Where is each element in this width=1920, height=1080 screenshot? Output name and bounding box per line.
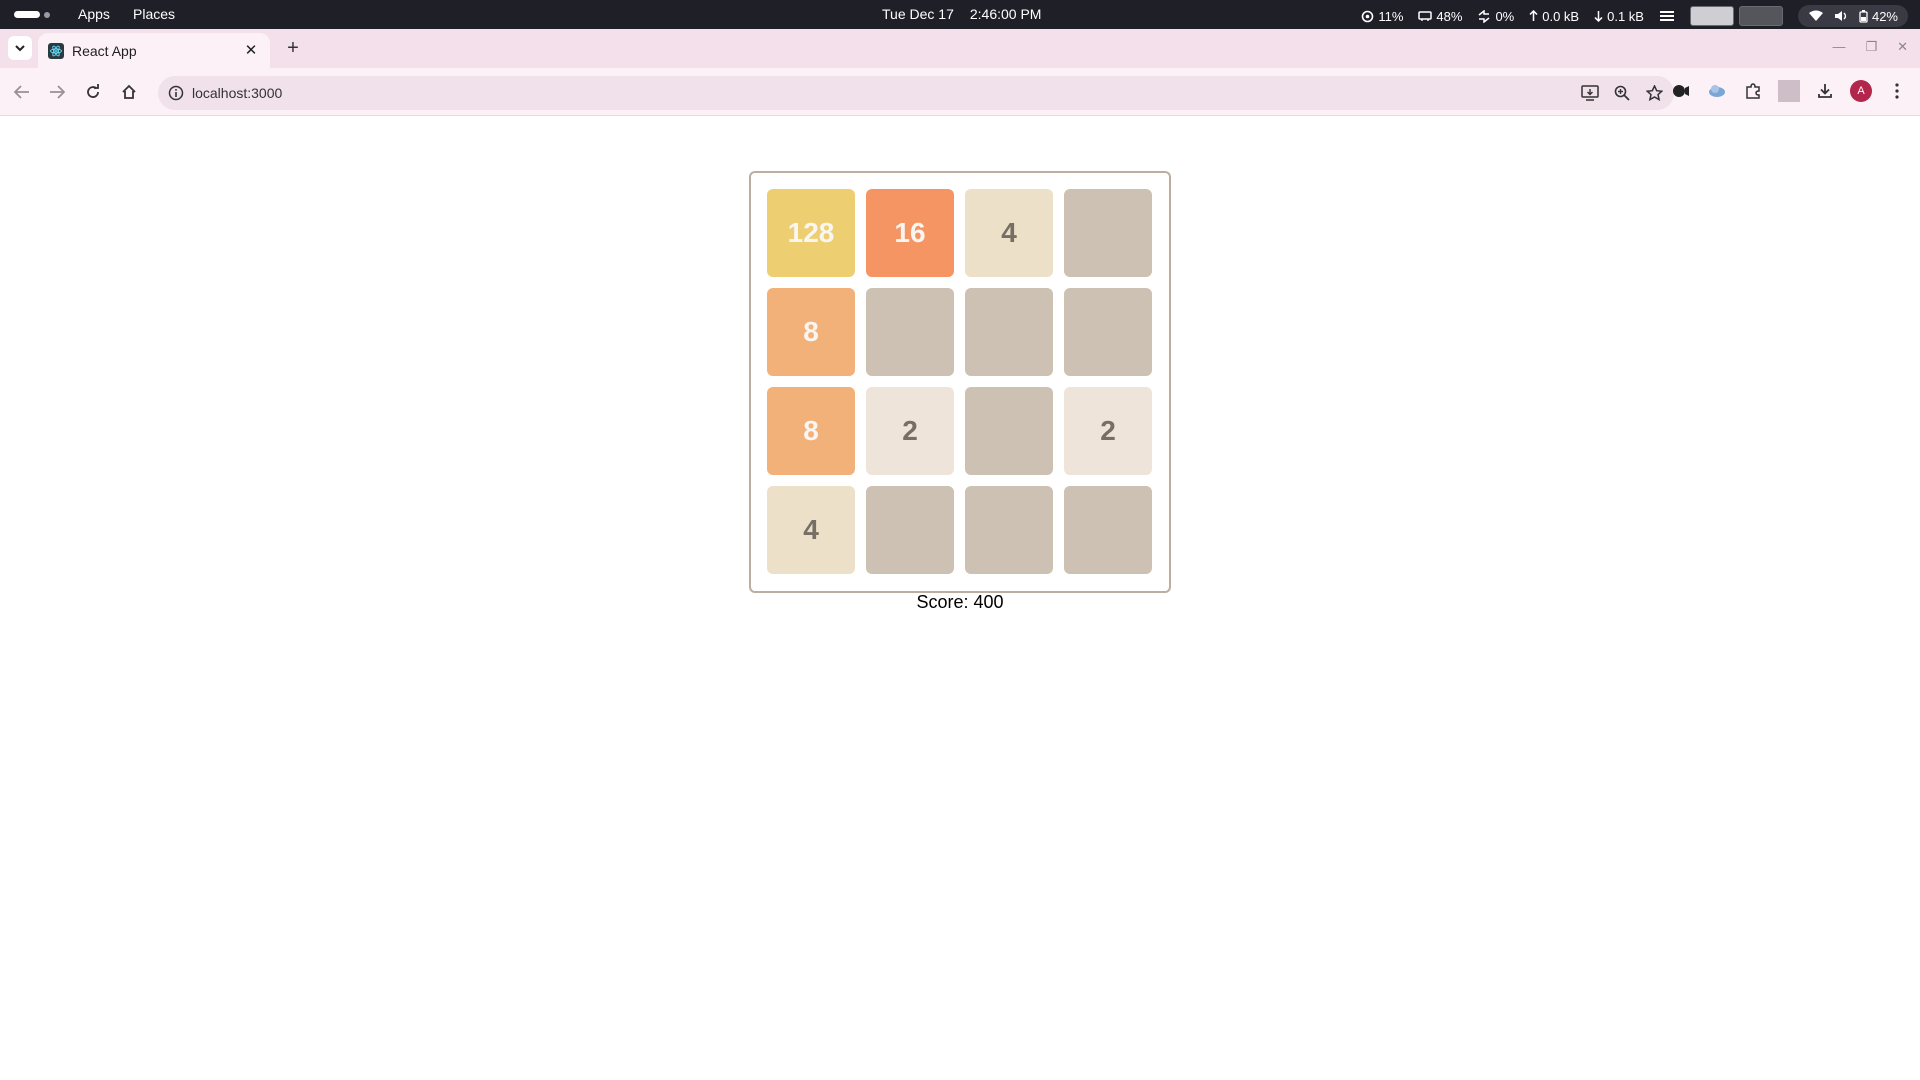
tab-title: React App bbox=[72, 43, 137, 59]
address-bar-actions bbox=[1580, 83, 1664, 103]
tile-8: 8 bbox=[767, 288, 855, 376]
extension-cloud-icon[interactable] bbox=[1706, 80, 1728, 102]
more-menu-icon[interactable] bbox=[1886, 80, 1908, 102]
new-tab-button[interactable]: + bbox=[282, 37, 304, 59]
clock-time: 2:46:00 PM bbox=[969, 6, 1042, 22]
download-monitor[interactable]: 0.1 kB bbox=[1594, 9, 1644, 24]
tab-search-button[interactable] bbox=[8, 36, 32, 60]
upload-monitor[interactable]: 0.0 kB bbox=[1529, 9, 1579, 24]
places-menu[interactable]: Places bbox=[133, 6, 175, 22]
empty-cell bbox=[965, 288, 1053, 376]
workspace-indicator-active bbox=[14, 11, 40, 18]
status-area: 11% 48% 0% 0.0 kB 0.1 kB 42% bbox=[1361, 5, 1908, 27]
url-text[interactable]: localhost:3000 bbox=[192, 85, 282, 101]
tile-4: 4 bbox=[965, 189, 1053, 277]
workspace-switcher[interactable] bbox=[1689, 6, 1783, 26]
battery-indicator: 42% bbox=[1859, 9, 1898, 24]
chevron-down-icon bbox=[15, 44, 25, 51]
empty-cell bbox=[1064, 486, 1152, 574]
minimize-icon[interactable]: — bbox=[1832, 39, 1845, 55]
empty-cell bbox=[866, 486, 954, 574]
apps-menu[interactable]: Apps bbox=[78, 6, 110, 22]
forward-button[interactable] bbox=[45, 80, 69, 104]
extensions-puzzle-icon[interactable] bbox=[1742, 80, 1764, 102]
tile-16: 16 bbox=[866, 189, 954, 277]
volume-icon bbox=[1834, 11, 1847, 21]
downloads-icon[interactable] bbox=[1814, 80, 1836, 102]
tile-4: 4 bbox=[767, 486, 855, 574]
game-board[interactable]: 128 16 4 8 8 2 2 4 bbox=[749, 171, 1171, 593]
clock-date: Tue Dec 17 bbox=[882, 6, 954, 22]
tile-2: 2 bbox=[866, 387, 954, 475]
swap-icon bbox=[1478, 9, 1490, 23]
arrow-left-icon bbox=[14, 85, 29, 99]
install-app-icon[interactable] bbox=[1580, 83, 1600, 103]
cpu-icon bbox=[1362, 10, 1374, 22]
workspace-indicator bbox=[44, 11, 50, 18]
menu-grid-icon bbox=[1659, 11, 1674, 21]
arrow-right-icon bbox=[50, 85, 65, 99]
wifi-icon bbox=[1808, 10, 1823, 21]
profile-avatar[interactable]: A bbox=[1850, 80, 1872, 102]
cpu-monitor[interactable]: 11% bbox=[1361, 9, 1403, 24]
workspace-1-thumbnail[interactable] bbox=[1689, 6, 1734, 26]
bookmark-star-icon[interactable] bbox=[1644, 83, 1664, 103]
arrow-down-icon bbox=[1594, 11, 1603, 22]
restore-icon[interactable]: ❐ bbox=[1865, 39, 1877, 55]
tile-128: 128 bbox=[767, 189, 855, 277]
zoom-icon[interactable] bbox=[1612, 83, 1632, 103]
swap-monitor[interactable]: 0% bbox=[1477, 9, 1514, 24]
empty-cell bbox=[1064, 189, 1152, 277]
tab-strip: React App ✕ + — ❐ ✕ bbox=[0, 29, 1920, 68]
extension-record-icon[interactable] bbox=[1670, 80, 1692, 102]
tile-2: 2 bbox=[1064, 387, 1152, 475]
home-button[interactable] bbox=[117, 80, 141, 104]
system-menu[interactable]: 42% bbox=[1797, 5, 1908, 27]
close-window-icon[interactable]: ✕ bbox=[1897, 39, 1908, 55]
reload-icon bbox=[87, 84, 99, 98]
empty-cell bbox=[965, 387, 1053, 475]
tab-close-icon[interactable]: ✕ bbox=[242, 41, 260, 59]
cpu-value: 11% bbox=[1378, 8, 1404, 24]
address-bar[interactable]: localhost:3000 bbox=[158, 76, 1674, 110]
browser-actions: A bbox=[1670, 80, 1908, 102]
browser-toolbar: localhost:3000 A bbox=[0, 68, 1920, 116]
site-info-icon[interactable] bbox=[168, 85, 184, 101]
clock[interactable]: Tue Dec 17 2:46:00 PM bbox=[882, 6, 1041, 22]
reload-button[interactable] bbox=[81, 80, 105, 104]
activities-button[interactable] bbox=[14, 11, 50, 18]
workspace-2-thumbnail[interactable] bbox=[1738, 6, 1783, 26]
arrow-up-icon bbox=[1529, 10, 1538, 21]
home-icon bbox=[122, 84, 136, 99]
empty-cell bbox=[965, 486, 1053, 574]
menu-grid-button[interactable] bbox=[1659, 10, 1675, 22]
tab-react-app[interactable]: React App ✕ bbox=[38, 33, 270, 68]
system-top-bar: Apps Places Tue Dec 17 2:46:00 PM 11% 48… bbox=[0, 0, 1920, 29]
window-controls: — ❐ ✕ bbox=[1832, 39, 1908, 55]
tile-8: 8 bbox=[767, 387, 855, 475]
upload-value: 0.0 kB bbox=[1542, 8, 1580, 24]
battery-icon bbox=[1859, 9, 1868, 23]
toolbar-separator bbox=[1778, 80, 1800, 102]
download-value: 0.1 kB bbox=[1607, 8, 1644, 24]
react-favicon-icon bbox=[48, 43, 64, 59]
swap-value: 0% bbox=[1495, 8, 1515, 24]
score-label: Score: 400 bbox=[916, 592, 1004, 612]
memory-value: 48% bbox=[1436, 8, 1463, 24]
back-button[interactable] bbox=[10, 80, 34, 104]
memory-monitor[interactable]: 48% bbox=[1418, 9, 1462, 24]
memory-icon bbox=[1418, 11, 1433, 21]
empty-cell bbox=[866, 288, 954, 376]
avatar: A bbox=[1850, 80, 1872, 102]
empty-cell bbox=[1064, 288, 1152, 376]
battery-value: 42% bbox=[1871, 8, 1898, 24]
